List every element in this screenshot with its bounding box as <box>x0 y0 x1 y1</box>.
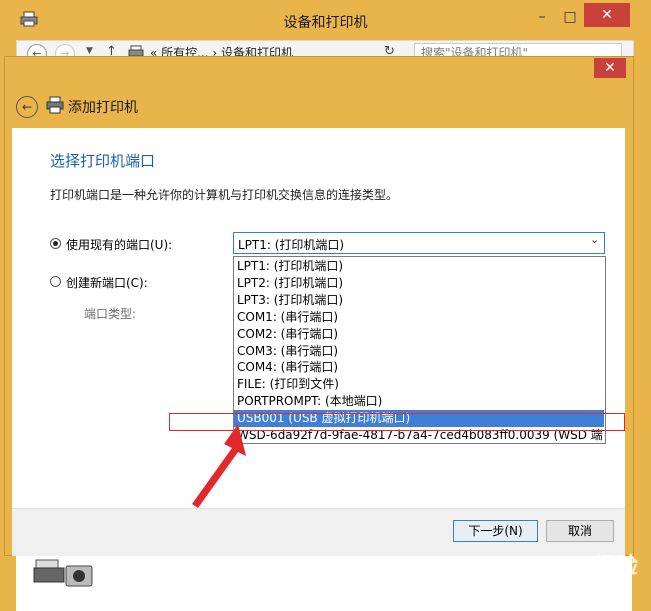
port-option[interactable]: COM1: (串行端口) <box>234 309 604 326</box>
annotation-arrow-icon <box>192 424 246 508</box>
minimize-button[interactable]: – <box>528 6 556 28</box>
cancel-button[interactable]: 取消 <box>546 520 614 542</box>
dialog-title: 添加打印机 <box>68 100 138 116</box>
existing-port-select-value[interactable]: LPT1: (打印机端口) <box>238 236 344 253</box>
explorer-close-button[interactable]: ✕ <box>584 3 630 27</box>
next-button[interactable]: 下一步(N) <box>453 520 538 542</box>
create-new-port-label[interactable]: 创建新端口(C): <box>66 274 148 291</box>
printer-icon <box>46 96 64 114</box>
use-existing-port-radio[interactable] <box>50 238 61 249</box>
maximize-button[interactable]: □ <box>556 6 584 28</box>
port-option[interactable]: LPT3: (打印机端口) <box>234 292 604 309</box>
camera-printer-icon <box>33 559 93 587</box>
port-option[interactable]: PORTPROMPT: (本地端口) <box>234 393 604 410</box>
port-option[interactable]: COM3: (串行端口) <box>234 343 604 360</box>
baidu-watermark: Bai du 经验 <box>500 554 639 579</box>
dialog-back-button[interactable]: ← <box>16 96 38 118</box>
page-heading: 选择打印机端口 <box>50 152 156 170</box>
port-option[interactable]: FILE: (打印到文件) <box>234 376 604 393</box>
use-existing-port-label[interactable]: 使用现有的端口(U): <box>66 236 172 253</box>
chevron-down-icon[interactable]: ⌄ <box>590 233 599 246</box>
port-type-label: 端口类型: <box>84 307 137 321</box>
port-option[interactable]: COM2: (串行端口) <box>234 326 604 343</box>
page-description: 打印机端口是一种允许你的计算机与打印机交换信息的连接类型。 <box>50 188 399 202</box>
chevron-down-icon[interactable]: ▼ <box>86 46 93 56</box>
port-option[interactable]: COM4: (串行端口) <box>234 359 604 376</box>
port-option[interactable]: LPT2: (打印机端口) <box>234 275 604 292</box>
port-option[interactable]: LPT1: (打印机端口) <box>234 258 604 275</box>
dialog-close-button[interactable]: ✕ <box>594 58 626 78</box>
create-new-port-radio[interactable] <box>50 276 61 287</box>
